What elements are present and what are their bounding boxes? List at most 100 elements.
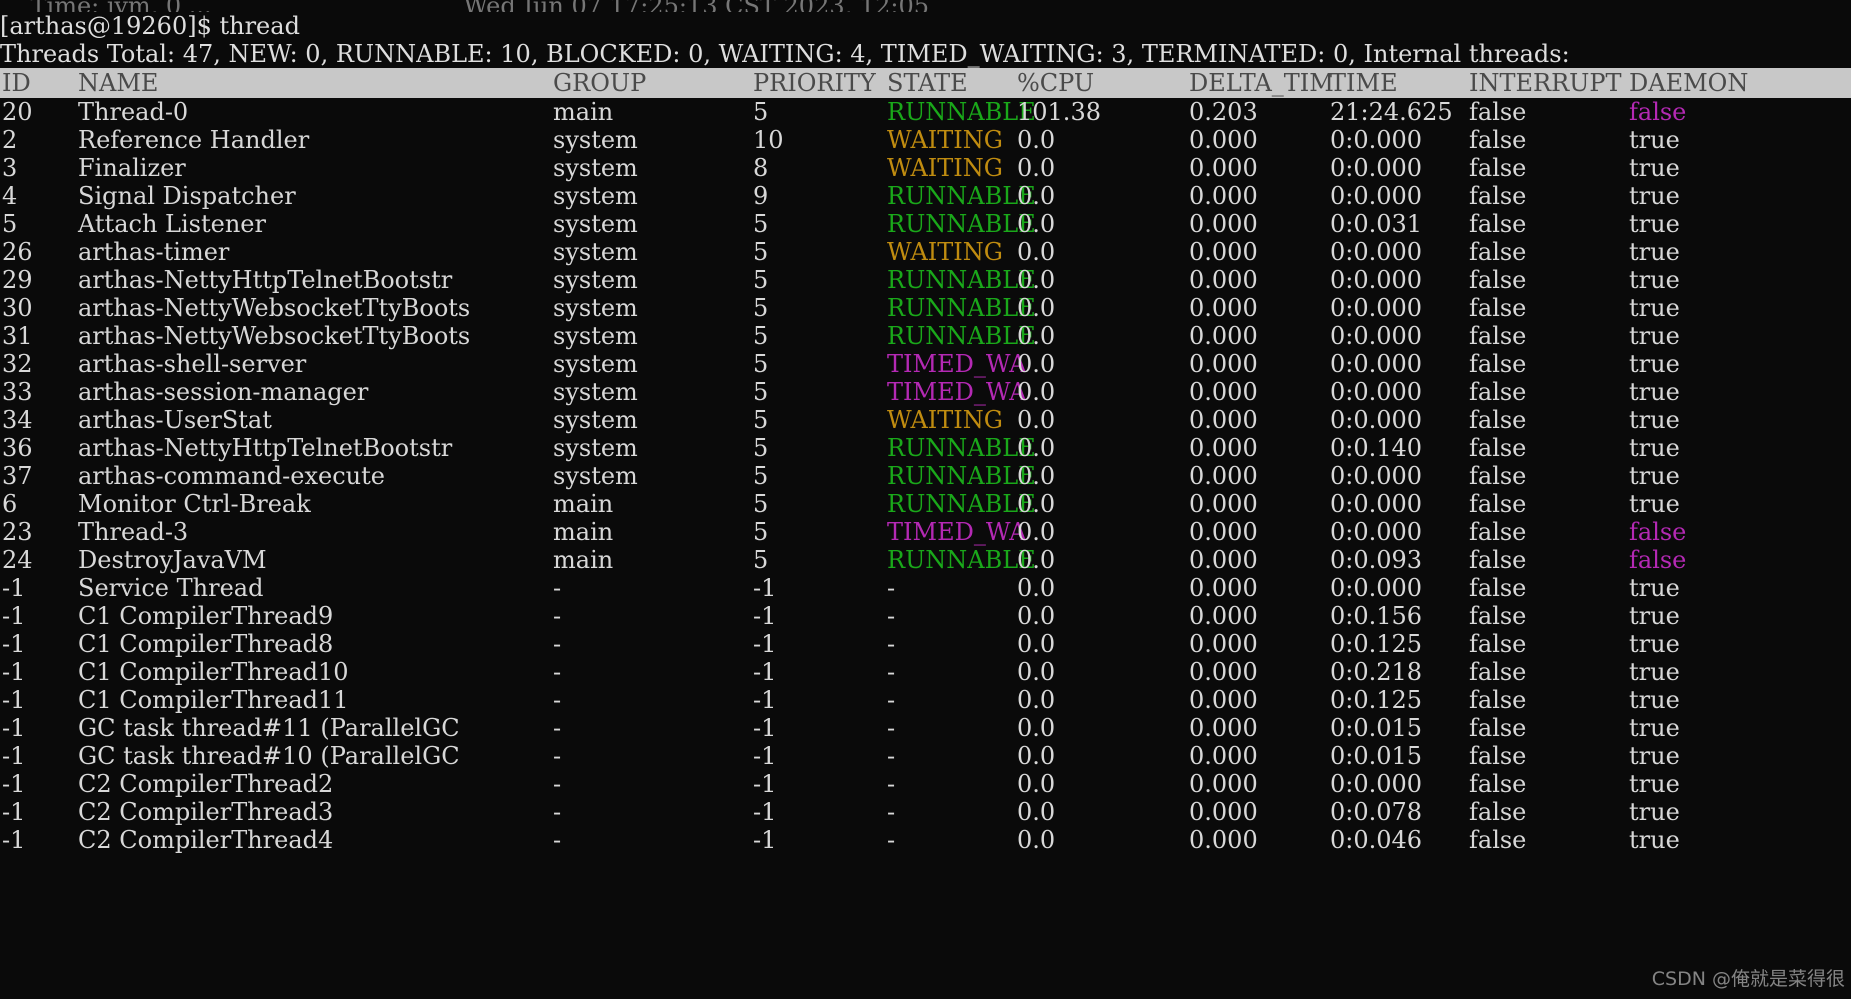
column-header-priority[interactable]: PRIORITY	[753, 68, 887, 98]
cell-cpu: 0.0	[1017, 378, 1056, 406]
cell-cpu: 0.0	[1017, 154, 1056, 182]
cell-state: WAITING	[887, 406, 1003, 434]
cell-time: 0:0.078	[1330, 798, 1423, 826]
cell-priority: 9	[753, 182, 769, 210]
cell-group: system	[553, 378, 638, 406]
cell-id: 37	[2, 462, 33, 490]
table-row[interactable]: -1 C2 CompilerThread2 - -1 - 0.0 0.000 0:0.000 f…	[0, 770, 1851, 798]
cell-state: -	[887, 658, 896, 686]
cell-time: 0:0.000	[1330, 126, 1423, 154]
cell-group: -	[553, 826, 562, 854]
cell-group: system	[553, 462, 638, 490]
table-row[interactable]: 33 arthas-session-manager system 5 TIMED_WA 0…	[0, 378, 1851, 406]
table-row[interactable]: 36 arthas-NettyHttpTelnetBootstr system 5 RU…	[0, 434, 1851, 462]
cell-daemon: false	[1629, 518, 1687, 546]
table-row[interactable]: 31 arthas-NettyWebsocketTtyBoots system 5 RU…	[0, 322, 1851, 350]
table-row[interactable]: 2 Reference Handler system 10 WAITING 0.0 0.00…	[0, 126, 1851, 154]
table-row[interactable]: -1 Service Thread - -1 - 0.0 0.000 0:0.000 false…	[0, 574, 1851, 602]
cell-state: RUNNABLE	[887, 462, 1036, 490]
cell-delta-time: 0.000	[1189, 574, 1258, 602]
cell-state: RUNNABLE	[887, 490, 1036, 518]
cell-name: arthas-NettyWebsocketTtyBoots	[78, 322, 471, 350]
table-row[interactable]: -1 C1 CompilerThread8 - -1 - 0.0 0.000 0:0.125 f…	[0, 630, 1851, 658]
cell-priority: -1	[753, 602, 777, 630]
table-row[interactable]: 32 arthas-shell-server system 5 TIMED_WA 0.0 0…	[0, 350, 1851, 378]
thread-table-body: 20 Thread-0 main 5 RUNNABLE 101.38 0.203 21:24.…	[0, 98, 1851, 854]
column-header-delta-time[interactable]: DELTA_TIM	[1189, 68, 1334, 98]
column-header-state[interactable]: STATE	[887, 68, 1017, 98]
cell-daemon: true	[1629, 462, 1680, 490]
column-header-group[interactable]: GROUP	[553, 68, 753, 98]
table-row[interactable]: 26 arthas-timer system 5 WAITING 0.0 0.000 0:0.…	[0, 238, 1851, 266]
cell-id: -1	[2, 686, 26, 714]
cell-id: 23	[2, 518, 33, 546]
table-row[interactable]: -1 C1 CompilerThread10 - -1 - 0.0 0.000 0:0.218…	[0, 658, 1851, 686]
cell-id: 24	[2, 546, 33, 574]
table-row[interactable]: -1 C1 CompilerThread11 - -1 - 0.0 0.000 0:0.125…	[0, 686, 1851, 714]
cell-delta-time: 0.000	[1189, 798, 1258, 826]
cell-interrupt: false	[1469, 266, 1527, 294]
table-row[interactable]: 30 arthas-NettyWebsocketTtyBoots system 5 RU…	[0, 294, 1851, 322]
cell-interrupt: false	[1469, 630, 1527, 658]
cell-name: GC task thread#11 (ParallelGC	[78, 714, 460, 742]
table-row[interactable]: 23 Thread-3 main 5 TIMED_WA 0.0 0.000 0:0.000 fa…	[0, 518, 1851, 546]
cell-time: 0:0.015	[1330, 742, 1423, 770]
table-row[interactable]: -1 GC task thread#10 (ParallelGC - -1 - 0.0 0.…	[0, 742, 1851, 770]
cell-group: system	[553, 154, 638, 182]
column-header-daemon[interactable]: DAEMON	[1629, 68, 1789, 98]
cell-name: GC task thread#10 (ParallelGC	[78, 742, 460, 770]
table-row[interactable]: 5 Attach Listener system 5 RUNNABLE 0.0 0.000 0…	[0, 210, 1851, 238]
cell-priority: -1	[753, 714, 777, 742]
cell-cpu: 0.0	[1017, 294, 1056, 322]
csdn-watermark: CSDN @俺就是菜得很	[1651, 968, 1845, 990]
cell-daemon: false	[1629, 546, 1687, 574]
table-row[interactable]: 24 DestroyJavaVM main 5 RUNNABLE 0.0 0.000 0:0.…	[0, 546, 1851, 574]
cell-cpu: 0.0	[1017, 462, 1056, 490]
table-row[interactable]: -1 C2 CompilerThread4 - -1 - 0.0 0.000 0:0.046 f…	[0, 826, 1851, 854]
cell-state: WAITING	[887, 238, 1003, 266]
table-row[interactable]: 4 Signal Dispatcher system 9 RUNNABLE 0.0 0.00…	[0, 182, 1851, 210]
cell-interrupt: false	[1469, 546, 1527, 574]
column-header-name[interactable]: NAME	[78, 68, 553, 98]
cell-name: arthas-NettyHttpTelnetBootstr	[78, 266, 453, 294]
table-row[interactable]: 6 Monitor Ctrl-Break main 5 RUNNABLE 0.0 0.000…	[0, 490, 1851, 518]
table-row[interactable]: -1 GC task thread#11 (ParallelGC - -1 - 0.0 0.…	[0, 714, 1851, 742]
cell-time: 0:0.000	[1330, 294, 1423, 322]
cell-priority: 5	[753, 238, 769, 266]
column-header-interrupt[interactable]: INTERRUPT	[1469, 68, 1629, 98]
cell-interrupt: false	[1469, 294, 1527, 322]
cell-cpu: 0.0	[1017, 210, 1056, 238]
cell-id: -1	[2, 658, 26, 686]
table-row[interactable]: 37 arthas-command-execute system 5 RUNNABLE 0…	[0, 462, 1851, 490]
table-row[interactable]: -1 C1 CompilerThread9 - -1 - 0.0 0.000 0:0.156 f…	[0, 602, 1851, 630]
cell-id: -1	[2, 602, 26, 630]
cell-daemon: true	[1629, 350, 1680, 378]
cell-id: 26	[2, 238, 33, 266]
column-header-cpu[interactable]: %CPU	[1017, 68, 1189, 98]
column-header-id[interactable]: ID	[0, 68, 78, 98]
cell-cpu: 0.0	[1017, 742, 1056, 770]
cell-delta-time: 0.000	[1189, 770, 1258, 798]
cell-group: -	[553, 658, 562, 686]
table-row[interactable]: 29 arthas-NettyHttpTelnetBootstr system 5 RU…	[0, 266, 1851, 294]
cell-group: system	[553, 238, 638, 266]
cell-id: 31	[2, 322, 33, 350]
cell-delta-time: 0.000	[1189, 294, 1258, 322]
table-row[interactable]: 20 Thread-0 main 5 RUNNABLE 101.38 0.203 21:24.…	[0, 98, 1851, 126]
cell-group: system	[553, 210, 638, 238]
cell-interrupt: false	[1469, 210, 1527, 238]
cell-interrupt: false	[1469, 518, 1527, 546]
cell-daemon: true	[1629, 210, 1680, 238]
table-row[interactable]: -1 C2 CompilerThread3 - -1 - 0.0 0.000 0:0.078 f…	[0, 798, 1851, 826]
terminal-window[interactable]: Time: jvm, 0 ... Wed Jun 07 17:25:13 CST…	[0, 0, 1851, 999]
threads-summary-line: Threads Total: 47, NEW: 0, RUNNABLE: 10,…	[0, 40, 1570, 68]
column-header-time[interactable]: TIME	[1330, 68, 1469, 98]
cell-group: system	[553, 434, 638, 462]
cell-priority: 5	[753, 350, 769, 378]
table-row[interactable]: 3 Finalizer system 8 WAITING 0.0 0.000 0:0.000 f…	[0, 154, 1851, 182]
cell-group: -	[553, 630, 562, 658]
cell-id: -1	[2, 630, 26, 658]
cell-interrupt: false	[1469, 378, 1527, 406]
table-row[interactable]: 34 arthas-UserStat system 5 WAITING 0.0 0.000 0…	[0, 406, 1851, 434]
cell-name: arthas-timer	[78, 238, 230, 266]
